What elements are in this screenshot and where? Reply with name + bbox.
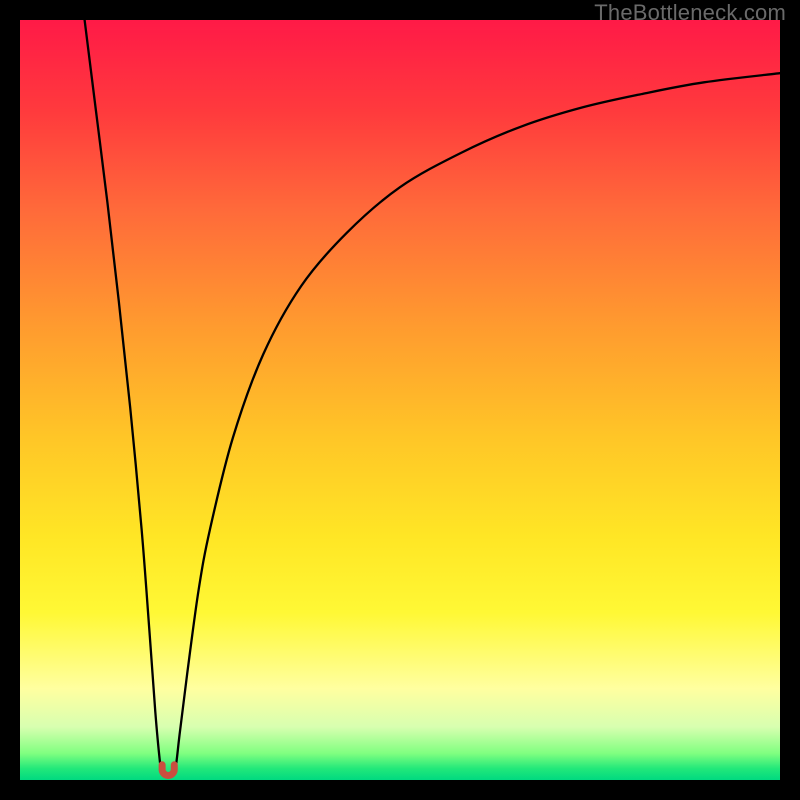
watermark-text: TheBottleneck.com [594,0,786,26]
chart-svg [20,20,780,780]
chart-frame: TheBottleneck.com [0,0,800,800]
plot-area [20,20,780,780]
gradient-background [20,20,780,780]
